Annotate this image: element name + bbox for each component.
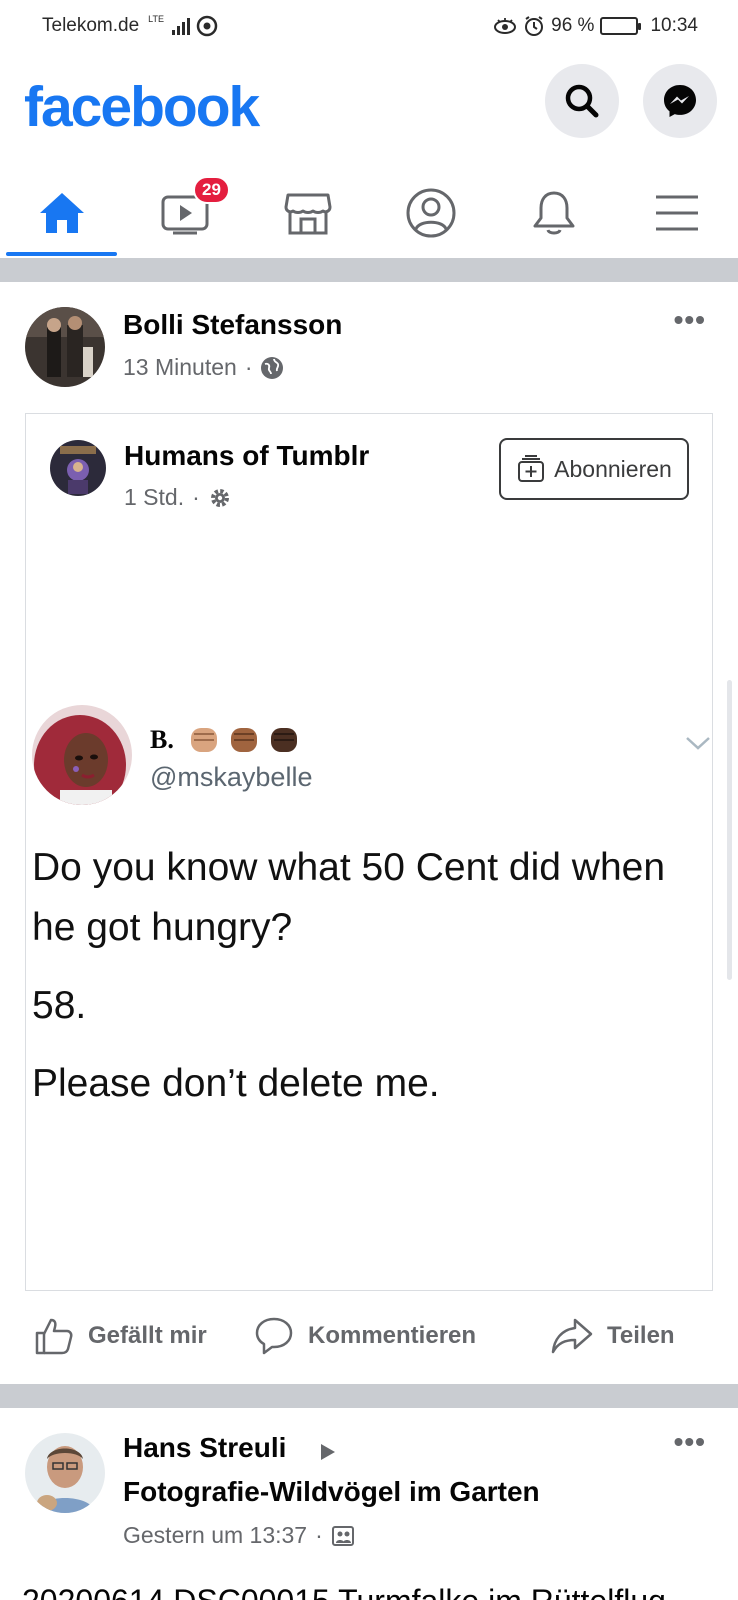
meta-dot: ·	[244, 354, 253, 380]
gear-icon	[210, 488, 229, 507]
tweet-text-line: Do you know what 50 Cent did when	[32, 846, 666, 889]
shared-meta: 1 Std. ·	[124, 484, 232, 511]
clock: 10:34	[650, 15, 698, 36]
tweet-author-name: B.	[150, 725, 174, 754]
subscribe-button[interactable]: Abonnieren	[499, 438, 689, 500]
chrome-icon	[196, 15, 218, 37]
messenger-icon	[664, 85, 696, 117]
battery-percent: 96 %	[551, 15, 595, 36]
shared-time[interactable]: 1 Std.	[124, 484, 184, 511]
tab-profile[interactable]	[369, 168, 492, 258]
comment-label: Kommentieren	[308, 1322, 477, 1349]
post-time[interactable]: 13 Minuten	[123, 354, 237, 381]
play-arrow-icon	[321, 1444, 335, 1460]
network-type: LTE	[148, 14, 165, 24]
fist-emoji-icon	[271, 728, 297, 752]
subscribe-icon	[518, 455, 545, 482]
status-left: Telekom.de LTE	[42, 14, 218, 37]
post-options-button[interactable]: •••	[674, 1426, 706, 1458]
like-label: Gefällt mir	[88, 1322, 207, 1349]
fist-emojis	[188, 722, 300, 756]
home-icon	[39, 193, 84, 233]
app-header: facebook	[0, 60, 738, 160]
post-options-button[interactable]: •••	[674, 304, 706, 336]
comment-button[interactable]: Kommentieren	[254, 1316, 476, 1356]
share-icon	[551, 1318, 593, 1354]
tab-notifications[interactable]	[492, 168, 615, 258]
subscribe-label: Abonnieren	[554, 455, 672, 482]
page-link[interactable]: Fotografie-Wildvögel im Garten	[123, 1476, 540, 1508]
tweet-text-line: he got hungry?	[32, 906, 293, 949]
post-text: 20200614 DSC00015 Turmfalke im Rüttelflu…	[22, 1583, 666, 1600]
share-label: Teilen	[607, 1322, 675, 1349]
page-avatar[interactable]	[50, 440, 106, 496]
eye-comfort-icon	[494, 18, 517, 34]
author-name[interactable]: Bolli Stefansson	[123, 309, 342, 341]
search-button[interactable]	[545, 64, 619, 138]
page-name[interactable]: Humans of Tumblr	[124, 440, 369, 472]
share-button[interactable]: Teilen	[551, 1316, 675, 1356]
tab-home[interactable]	[0, 168, 123, 258]
tweet-avatar	[32, 705, 132, 805]
author-avatar[interactable]	[25, 1433, 105, 1513]
author-avatar[interactable]	[25, 307, 105, 387]
hamburger-menu-icon	[655, 195, 698, 231]
meta-dot: ·	[315, 1522, 323, 1548]
signal-icon	[172, 17, 191, 35]
profile-icon	[406, 188, 455, 238]
tweet-text-line: Please don’t delete me.	[32, 1062, 440, 1105]
bell-icon	[533, 191, 574, 235]
feed-divider	[0, 1384, 738, 1408]
feed-divider	[0, 258, 738, 282]
scrollbar[interactable]	[727, 680, 732, 980]
tab-marketplace[interactable]	[246, 168, 369, 258]
facebook-logo[interactable]: facebook	[24, 74, 260, 140]
globe-icon	[261, 356, 284, 379]
search-icon	[565, 84, 599, 118]
status-right: 96 % 10:34	[493, 15, 698, 37]
battery-icon	[600, 17, 642, 35]
chevron-down-icon	[686, 737, 710, 750]
comment-icon	[255, 1317, 293, 1355]
like-button[interactable]: Gefällt mir	[34, 1316, 207, 1356]
main-nav: 29	[0, 168, 738, 258]
tweet-text-line: 58.	[32, 984, 87, 1027]
post-header: Bolli Stefansson 13 Minuten · •••	[0, 282, 738, 392]
tab-menu[interactable]	[615, 168, 738, 258]
thumbs-up-icon	[35, 1318, 73, 1355]
carrier-name: Telekom.de	[42, 15, 140, 36]
tab-watch[interactable]: 29	[123, 168, 246, 258]
status-bar: Telekom.de LTE 96 % 10:34	[0, 0, 738, 52]
meta-dot: ·	[192, 484, 200, 510]
post-actions: Gefällt mir Kommentieren Teilen	[0, 1300, 738, 1380]
marketplace-icon	[284, 193, 331, 235]
fist-emoji-icon	[191, 728, 217, 752]
tweet-handle: @mskaybelle	[150, 762, 313, 792]
shared-box-bottom-border	[26, 1290, 712, 1291]
post-meta: 13 Minuten ·	[123, 354, 284, 381]
post-time[interactable]: Gestern um 13:37	[123, 1522, 307, 1549]
group-photo-icon	[331, 1525, 354, 1546]
watch-badge: 29	[193, 176, 230, 204]
alarm-icon	[525, 16, 544, 36]
post-meta: Gestern um 13:37 ·	[123, 1522, 355, 1549]
author-name[interactable]: Hans Streuli	[123, 1432, 286, 1464]
fist-emoji-icon	[231, 728, 257, 752]
messenger-button[interactable]	[643, 64, 717, 138]
